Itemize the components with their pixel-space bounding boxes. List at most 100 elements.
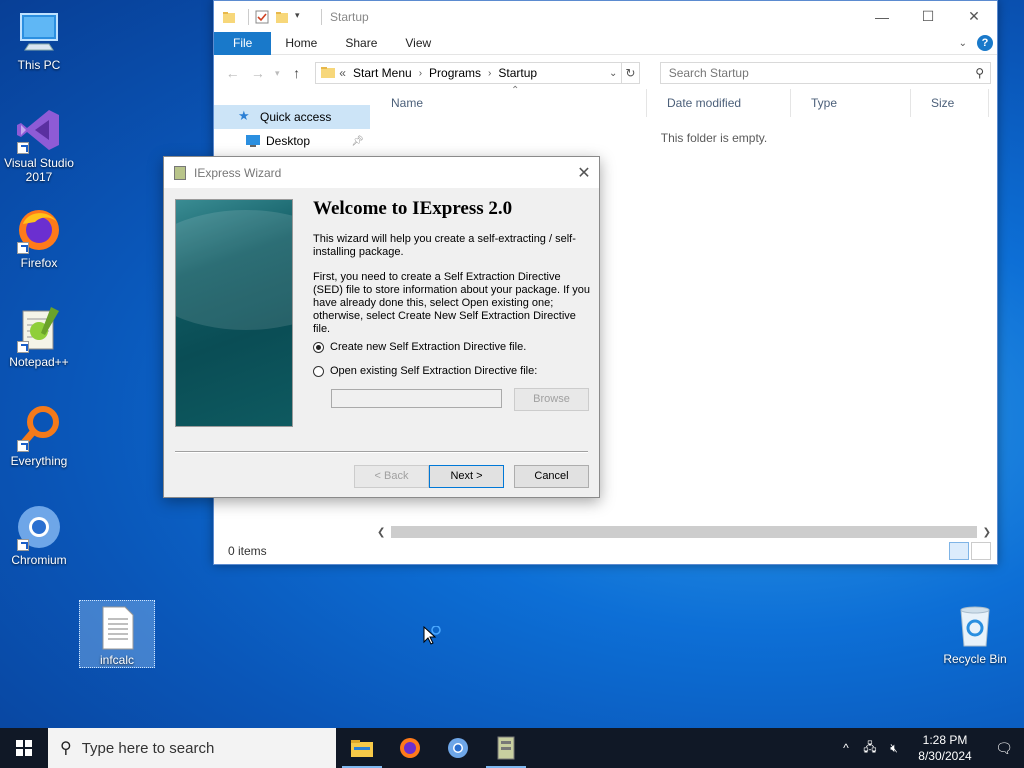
notification-icon[interactable]: 🗨︎	[984, 740, 1024, 757]
large-icons-view-icon[interactable]	[971, 541, 991, 560]
desktop-icon-everything[interactable]: Everything	[1, 404, 77, 468]
start-button[interactable]	[0, 728, 48, 768]
volume-muted-icon[interactable]: 🔇︎	[882, 741, 906, 756]
item-count: 0 items	[228, 543, 267, 558]
shortcut-arrow-icon	[17, 440, 29, 452]
cancel-button[interactable]: Cancel	[514, 465, 589, 488]
details-view-icon[interactable]	[949, 541, 969, 560]
navigation-pane: ★ Quick access Desktop 📌︎	[214, 105, 370, 153]
recent-locations-icon[interactable]: ▾	[270, 68, 284, 79]
dialog-titlebar[interactable]: IExpress Wizard ✕	[164, 157, 599, 188]
close-button[interactable]: ✕	[951, 1, 997, 32]
column-type[interactable]: Type	[791, 89, 911, 117]
sed-path-input[interactable]	[331, 389, 502, 408]
expand-ribbon-icon[interactable]: ⌄	[959, 38, 967, 49]
dialog-divider	[175, 451, 588, 453]
radio-create-new-sed[interactable]: Create new Self Extraction Directive fil…	[313, 341, 526, 353]
shortcut-arrow-icon	[17, 242, 29, 254]
sidebar-item-label: Desktop	[266, 134, 311, 148]
text-file-icon	[93, 603, 141, 651]
taskbar-firefox[interactable]	[386, 728, 434, 768]
notepad-plus-plus-icon	[15, 305, 63, 353]
sidebar-item-desktop[interactable]: Desktop 📌︎	[214, 129, 370, 153]
network-icon[interactable]: 🖧︎	[858, 738, 882, 759]
taskbar-search-input[interactable]: ⚲ Type here to search	[48, 728, 336, 768]
status-bar: 0 items	[214, 537, 997, 564]
window-title: Startup	[330, 9, 369, 24]
help-icon[interactable]: ?	[977, 35, 993, 51]
folder-icon	[222, 10, 236, 24]
pin-icon[interactable]: 📌︎	[351, 136, 364, 147]
tab-view[interactable]: View	[391, 32, 445, 55]
desktop-icon-label: Chromium	[11, 553, 67, 567]
empty-folder-message: This folder is empty.	[660, 131, 768, 145]
sidebar-item-quick-access[interactable]: ★ Quick access	[214, 105, 370, 129]
desktop-icon-label: Everything	[10, 454, 68, 468]
radio-button[interactable]	[313, 365, 324, 377]
close-icon[interactable]: ✕	[569, 163, 599, 183]
recycle-bin-icon	[951, 602, 999, 650]
windows-logo-icon	[16, 740, 32, 756]
column-size[interactable]: Size	[911, 89, 989, 117]
up-arrow-icon[interactable]: ↑	[284, 65, 309, 81]
clock-time: 1:28 PM	[922, 733, 968, 747]
refresh-button[interactable]: ↻	[622, 62, 640, 84]
wizard-instructions-text: First, you need to create a Self Extract…	[313, 271, 590, 335]
folder-icon	[320, 65, 336, 82]
desktop-icon-firefox[interactable]: Firefox	[1, 206, 77, 270]
tab-home[interactable]: Home	[271, 32, 331, 55]
breadcrumb-start-menu[interactable]: Start Menu	[353, 66, 412, 80]
forward-arrow-icon[interactable]: →	[245, 65, 270, 81]
taskbar-iexpress[interactable]	[482, 728, 530, 768]
tab-share[interactable]: Share	[331, 32, 391, 55]
iexpress-app-icon	[497, 736, 515, 760]
desktop-icon-recycle-bin[interactable]: Recycle Bin	[937, 602, 1013, 666]
taskbar-chromium[interactable]	[434, 728, 482, 768]
chevron-right-icon[interactable]: ›	[488, 68, 491, 79]
next-button[interactable]: Next >	[429, 465, 504, 488]
radio-button-selected[interactable]	[313, 341, 324, 353]
column-name[interactable]: Name	[371, 89, 647, 117]
divider	[248, 8, 249, 25]
clock[interactable]: 1:28 PM 8/30/2024	[906, 732, 984, 764]
explorer-titlebar[interactable]: ▾ Startup — ☐ ✕	[214, 1, 997, 32]
chevron-down-icon[interactable]: ⌄	[605, 68, 621, 79]
desktop-icon-visual-studio[interactable]: Visual Studio 2017	[1, 106, 77, 184]
maximize-button[interactable]: ☐	[905, 1, 951, 32]
desktop-icon-label: Visual Studio 2017	[4, 156, 74, 184]
mouse-cursor-icon	[423, 625, 443, 649]
desktop-icon-chromium[interactable]: Chromium	[1, 503, 77, 567]
chevron-up-icon[interactable]: ^	[834, 741, 858, 755]
radio-open-existing-sed[interactable]: Open existing Self Extraction Directive …	[313, 365, 537, 377]
file-explorer-icon	[351, 740, 373, 757]
desktop-icon-label: Recycle Bin	[943, 652, 1007, 666]
ribbon-tabs: File Home Share View ⌄ ?	[214, 31, 997, 55]
desktop-icon-label: Firefox	[20, 256, 58, 270]
back-button[interactable]: < Back	[354, 465, 429, 488]
column-date-modified[interactable]: Date modified	[647, 89, 791, 117]
path-overflow[interactable]: «	[339, 66, 346, 80]
new-folder-icon[interactable]	[275, 10, 289, 24]
chevron-down-icon[interactable]: ▾	[295, 10, 309, 24]
desktop-icon-infcalc[interactable]: infcalc	[79, 600, 155, 668]
radio-label: Open existing Self Extraction Directive …	[330, 365, 538, 377]
back-arrow-icon[interactable]: ←	[220, 65, 245, 81]
chromium-icon	[15, 503, 63, 551]
search-input[interactable]: Search Startup ⚲	[659, 62, 991, 84]
desktop-icon-this-pc[interactable]: This PC	[1, 8, 77, 72]
breadcrumb-startup[interactable]: Startup	[498, 66, 537, 80]
refresh-icon: ↻	[625, 66, 636, 80]
iexpress-wizard-dialog[interactable]: IExpress Wizard ✕ Welcome to IExpress 2.…	[163, 156, 600, 498]
browse-button[interactable]: Browse	[514, 388, 589, 411]
address-bar[interactable]: « Start Menu › Programs › Startup ⌄	[315, 62, 623, 84]
tab-file[interactable]: File	[214, 31, 272, 55]
minimize-button[interactable]: —	[859, 1, 905, 32]
iexpress-app-icon	[174, 165, 186, 180]
properties-icon[interactable]	[255, 10, 269, 24]
breadcrumb-programs[interactable]: Programs	[429, 66, 481, 80]
chevron-right-icon[interactable]: ›	[419, 68, 422, 79]
desktop-icon-notepad-plus-plus[interactable]: Notepad++	[1, 305, 77, 369]
scroll-left-icon[interactable]: ❮	[377, 527, 385, 538]
taskbar-file-explorer[interactable]	[338, 728, 386, 768]
scroll-right-icon[interactable]: ❯	[983, 527, 991, 538]
